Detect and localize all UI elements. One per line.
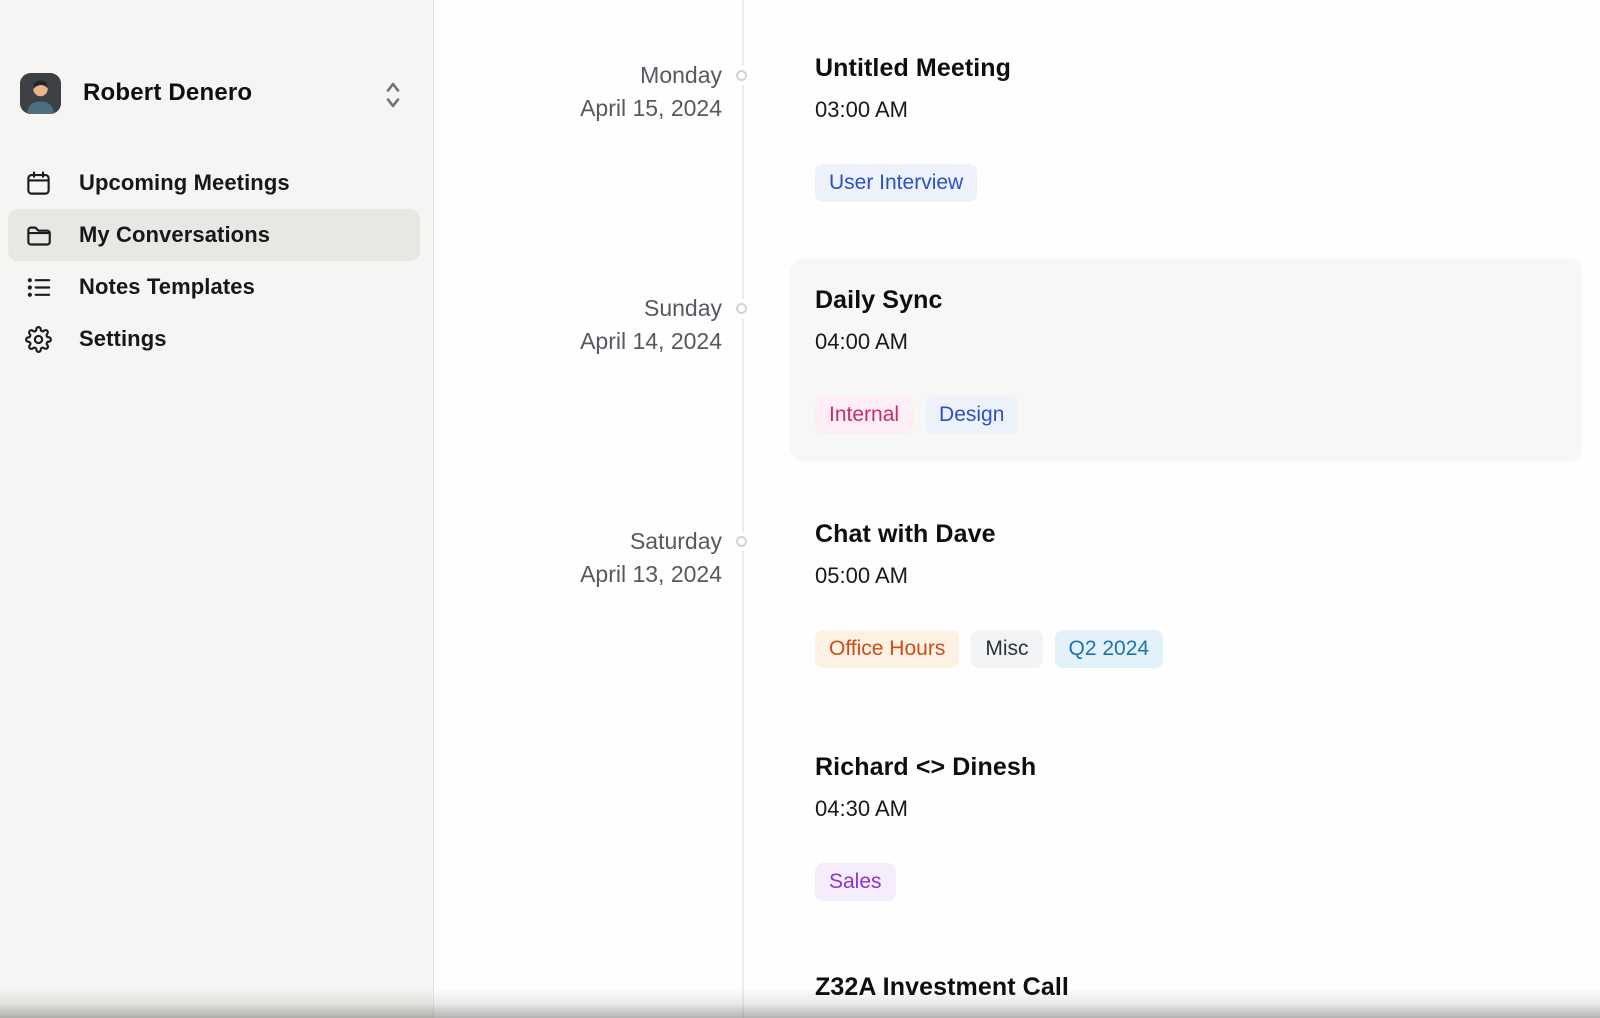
calendar-icon [25,170,52,197]
meeting-title: Z32A Investment Call [815,972,1585,1002]
sidebar-item-my-conversations[interactable]: My Conversations [8,209,420,261]
meeting-time: 05:00 AM [815,562,1585,590]
profile-name: Robert Denero [83,79,252,107]
tag-q2-2024[interactable]: Q2 2024 [1055,630,1164,668]
date-day: Sunday [460,292,722,325]
meeting-tags: Sales [815,863,1585,901]
meeting-title: Richard <> Dinesh [815,752,1585,782]
tag-sales[interactable]: Sales [815,863,896,901]
meeting-time: 04:30 AM [815,795,1585,823]
meeting-item[interactable]: Untitled Meeting 03:00 AM User Interview [815,53,1585,202]
meeting-title: Untitled Meeting [815,53,1585,83]
gear-icon [25,326,52,353]
conversations-timeline: Monday April 15, 2024 Sunday April 14, 2… [435,0,1600,1018]
date-label: Saturday April 13, 2024 [460,525,722,591]
meeting-time: 03:00 AM [815,96,1585,124]
timeline-dot [736,303,747,314]
sidebar-item-upcoming-meetings[interactable]: Upcoming Meetings [8,157,420,209]
date-full: April 15, 2024 [460,92,722,125]
timeline-dot [736,536,747,547]
sidebar: Robert Denero Upcoming Meetings [0,0,434,1018]
sidebar-item-label: Notes Templates [79,274,255,300]
sidebar-item-settings[interactable]: Settings [8,313,420,365]
meeting-time: 04:00 AM [815,328,1585,356]
date-full: April 13, 2024 [460,558,722,591]
chevron-up-down-icon[interactable] [381,78,409,110]
list-icon [25,274,52,301]
meeting-item[interactable]: Chat with Dave 05:00 AM Office Hours Mis… [815,519,1585,668]
meeting-tags: Office Hours Misc Q2 2024 [815,630,1585,668]
sidebar-item-notes-templates[interactable]: Notes Templates [8,261,420,313]
tag-misc[interactable]: Misc [971,630,1042,668]
meeting-tags: Internal Design [815,396,1585,434]
folder-icon [25,222,52,249]
tag-office-hours[interactable]: Office Hours [815,630,959,668]
meeting-title: Daily Sync [815,285,1585,315]
date-day: Monday [460,59,722,92]
sidebar-item-label: My Conversations [79,222,270,248]
meeting-title: Chat with Dave [815,519,1585,549]
sidebar-nav: Upcoming Meetings My Conversations [8,157,420,365]
tag-design[interactable]: Design [925,396,1018,434]
tag-internal[interactable]: Internal [815,396,913,434]
date-full: April 14, 2024 [460,325,722,358]
date-day: Saturday [460,525,722,558]
date-label: Sunday April 14, 2024 [460,292,722,358]
sidebar-item-label: Settings [79,326,167,352]
timeline-line [742,0,744,1018]
meeting-tags: User Interview [815,164,1585,202]
profile-switcher[interactable]: Robert Denero [20,70,419,116]
avatar [20,73,61,114]
meeting-item[interactable]: Richard <> Dinesh 04:30 AM Sales [815,752,1585,901]
meeting-item[interactable]: Z32A Investment Call [815,972,1585,1015]
timeline-dot [736,70,747,81]
tag-user-interview[interactable]: User Interview [815,164,977,202]
sidebar-item-label: Upcoming Meetings [79,170,290,196]
meeting-item[interactable]: Daily Sync 04:00 AM Internal Design [815,285,1585,434]
date-label: Monday April 15, 2024 [460,59,722,125]
